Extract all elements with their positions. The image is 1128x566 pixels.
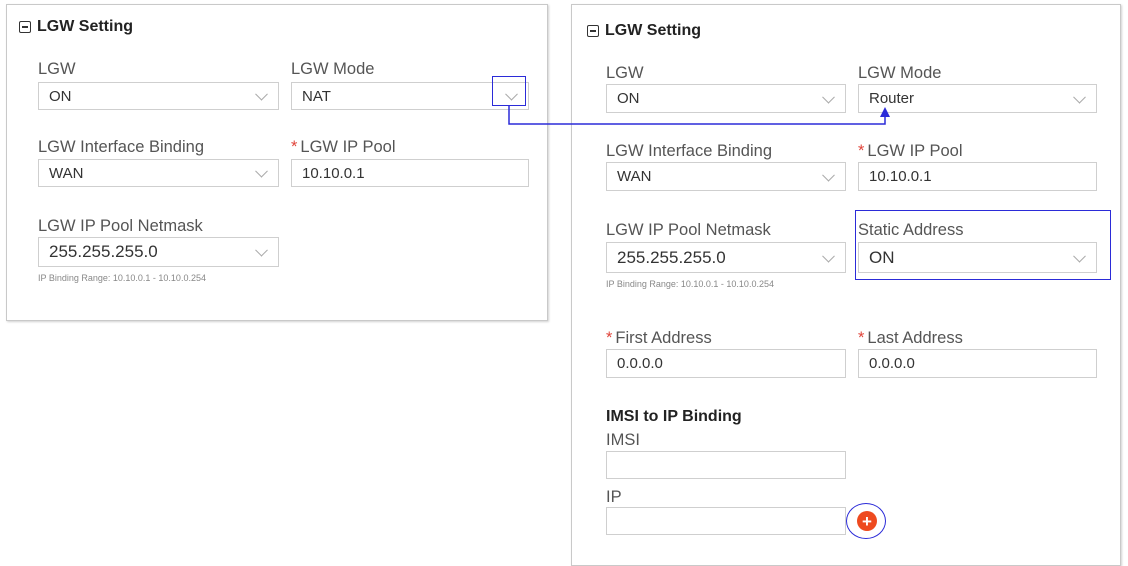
required-mark: * xyxy=(858,142,865,160)
last-address-label: * Last Address xyxy=(858,328,963,348)
ip-label: IP xyxy=(606,488,622,506)
interface-binding-select[interactable]: WAN xyxy=(606,162,846,191)
lgw-mode-select[interactable]: Router xyxy=(858,84,1097,113)
chevron-down-icon xyxy=(255,87,268,101)
required-mark: * xyxy=(858,329,865,347)
interface-binding-field: LGW Interface Binding xyxy=(38,137,204,157)
imsi-field: IMSI xyxy=(606,430,640,450)
ip-pool-value: 10.10.0.1 xyxy=(302,164,365,182)
lgw-setting-panel-right: LGW Setting LGW ON LGW Mode Router LGW I… xyxy=(571,4,1121,566)
chevron-down-icon xyxy=(255,164,268,178)
chevron-down-icon xyxy=(822,90,835,104)
imsi-binding-title: IMSI to IP Binding xyxy=(606,408,742,425)
ip-pool-label: * LGW IP Pool xyxy=(858,141,963,161)
ip-pool-input[interactable]: 10.10.0.1 xyxy=(291,159,529,187)
panel-header[interactable]: LGW Setting xyxy=(19,18,133,36)
lgw-field: LGW xyxy=(606,63,644,83)
ip-field: IP xyxy=(606,487,622,507)
netmask-label: LGW IP Pool Netmask xyxy=(606,221,771,239)
interface-binding-label: LGW Interface Binding xyxy=(606,142,772,160)
lgw-select[interactable]: ON xyxy=(38,82,279,110)
chevron-down-icon xyxy=(822,168,835,182)
chevron-down-icon xyxy=(1073,90,1086,104)
chevron-down-icon xyxy=(255,243,268,257)
netmask-select[interactable]: 255.255.255.0 xyxy=(606,242,846,273)
interface-binding-select[interactable]: WAN xyxy=(38,159,279,187)
netmask-select[interactable]: 255.255.255.0 xyxy=(38,237,279,267)
lgw-mode-field: LGW Mode xyxy=(858,63,941,83)
ip-pool-value: 10.10.0.1 xyxy=(869,168,932,185)
lgw-select-value: ON xyxy=(49,87,72,105)
last-address-input[interactable]: 0.0.0.0 xyxy=(858,349,1097,378)
annotation-box-mode-dropdown xyxy=(492,76,526,106)
panel-title: LGW Setting xyxy=(37,18,133,35)
binding-range-hint: IP Binding Range: 10.10.0.1 - 10.10.0.25… xyxy=(606,279,774,289)
required-mark: * xyxy=(606,329,613,347)
first-address-label-text: First Address xyxy=(615,329,712,347)
interface-binding-field: LGW Interface Binding xyxy=(606,141,772,161)
lgw-mode-select-value: Router xyxy=(869,90,915,107)
netmask-value: 255.255.255.0 xyxy=(617,247,726,267)
last-address-field: * Last Address xyxy=(858,328,963,348)
lgw-label: LGW xyxy=(606,64,644,82)
lgw-setting-panel-left: LGW Setting LGW ON LGW Mode NAT LGW Inte… xyxy=(6,4,548,321)
required-mark: * xyxy=(291,138,298,156)
lgw-field: LGW xyxy=(38,59,76,79)
ip-pool-field: * LGW IP Pool xyxy=(291,137,396,157)
lgw-label: LGW xyxy=(38,60,76,78)
first-address-input[interactable]: 0.0.0.0 xyxy=(606,349,846,378)
annotation-circle-add-button xyxy=(846,503,886,539)
panel-title: LGW Setting xyxy=(605,22,701,39)
lgw-mode-select-value: NAT xyxy=(302,87,331,105)
ip-pool-field: * LGW IP Pool xyxy=(858,141,963,161)
ip-pool-input[interactable]: 10.10.0.1 xyxy=(858,162,1097,191)
lgw-select-value: ON xyxy=(617,90,640,107)
chevron-down-icon xyxy=(822,249,835,263)
first-address-label: * First Address xyxy=(606,328,712,348)
lgw-mode-label: LGW Mode xyxy=(858,64,942,82)
imsi-input[interactable] xyxy=(606,451,846,479)
lgw-mode-field: LGW Mode xyxy=(291,59,374,79)
netmask-field: LGW IP Pool Netmask xyxy=(38,216,203,236)
netmask-field: LGW IP Pool Netmask xyxy=(606,220,771,240)
binding-range-hint: IP Binding Range: 10.10.0.1 - 10.10.0.25… xyxy=(38,273,206,283)
interface-binding-value: WAN xyxy=(49,164,84,182)
collapse-icon[interactable] xyxy=(587,25,599,37)
ip-pool-label-text: LGW IP Pool xyxy=(300,138,396,156)
lgw-mode-label: LGW Mode xyxy=(291,60,375,78)
ip-pool-label: * LGW IP Pool xyxy=(291,137,396,157)
lgw-select[interactable]: ON xyxy=(606,84,846,113)
last-address-label-text: Last Address xyxy=(867,329,963,347)
imsi-label: IMSI xyxy=(606,431,640,449)
first-address-value: 0.0.0.0 xyxy=(617,355,663,372)
panel-header[interactable]: LGW Setting xyxy=(587,22,701,40)
ip-pool-label-text: LGW IP Pool xyxy=(867,142,963,160)
interface-binding-value: WAN xyxy=(617,168,652,185)
collapse-icon[interactable] xyxy=(19,21,31,33)
interface-binding-label: LGW Interface Binding xyxy=(38,138,204,156)
first-address-field: * First Address xyxy=(606,328,712,348)
last-address-value: 0.0.0.0 xyxy=(869,355,915,372)
netmask-label: LGW IP Pool Netmask xyxy=(38,217,203,235)
netmask-value: 255.255.255.0 xyxy=(49,242,158,261)
ip-input[interactable] xyxy=(606,507,846,535)
annotation-box-static-address xyxy=(855,210,1111,280)
